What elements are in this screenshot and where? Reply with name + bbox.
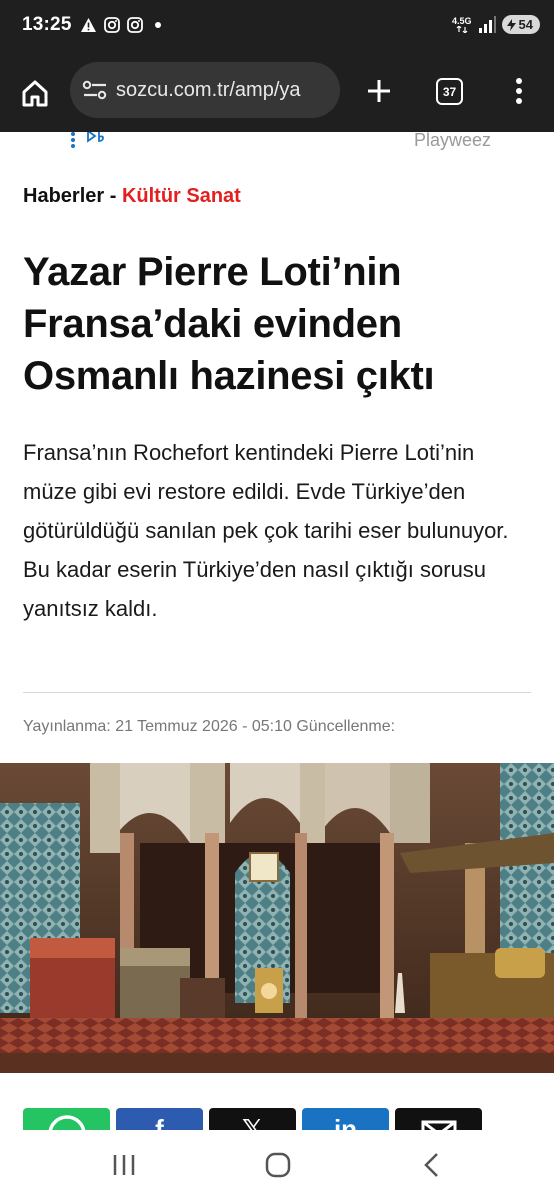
url-text[interactable]: sozcu.com.tr/amp/ya: [116, 79, 301, 102]
notification-icons: [80, 16, 166, 33]
facebook-share-button[interactable]: f: [116, 1108, 203, 1130]
tab-count: 37: [442, 84, 457, 99]
more-vert-icon: [516, 78, 522, 104]
ad-options-icon[interactable]: [70, 132, 76, 148]
network-label: 4.5G: [452, 15, 472, 26]
linkedin-share-button[interactable]: in: [302, 1108, 389, 1130]
battery-level: 54: [518, 17, 533, 32]
x-icon: 𝕏: [242, 1114, 263, 1130]
article-photo[interactable]: [0, 763, 554, 1073]
article-headline: Yazar Pierre Loti’nin Fransa’daki evinde…: [23, 250, 435, 398]
home-nav-icon: [265, 1152, 291, 1178]
instagram-icon: [103, 16, 120, 33]
system-icons: 4.5G 54: [452, 15, 540, 34]
new-tab-button[interactable]: [360, 72, 398, 110]
email-icon: [421, 1120, 456, 1130]
instagram-icon: [126, 16, 143, 33]
divider: [23, 692, 531, 693]
ad-brand-label: Playweez: [414, 132, 492, 150]
adchoices-icon[interactable]: [86, 132, 106, 144]
whatsapp-share-button[interactable]: [23, 1108, 110, 1130]
breadcrumb-home-link[interactable]: Haberler: [23, 185, 104, 207]
address-bar[interactable]: sozcu.com.tr/amp/ya: [70, 62, 340, 118]
breadcrumb-separator: -: [104, 185, 122, 207]
network-indicator: 4.5G: [452, 15, 472, 33]
alert-icon: [80, 16, 97, 33]
system-nav-bar: [0, 1130, 554, 1200]
status-time: 13:25: [22, 14, 72, 35]
plus-icon: [368, 80, 390, 102]
status-bar: 13:25 4.5G 54: [0, 0, 554, 54]
share-bar: f 𝕏 in: [23, 1108, 531, 1130]
back-button[interactable]: [412, 1148, 452, 1182]
x-share-button[interactable]: 𝕏: [209, 1108, 296, 1130]
signal-icon: [478, 15, 496, 33]
dot-icon: [149, 16, 166, 33]
publish-meta: Yayınlanma: 21 Temmuz 2026 - 05:10 Günce…: [23, 718, 396, 735]
battery-indicator: 54: [501, 15, 540, 34]
breadcrumb: Haberler - Kültür Sanat: [23, 185, 241, 208]
home-button[interactable]: [16, 74, 54, 112]
home-icon: [22, 80, 48, 107]
more-menu-button[interactable]: [504, 72, 534, 110]
charging-bolt-icon: [506, 18, 516, 31]
facebook-icon: f: [155, 1114, 164, 1130]
home-nav-button[interactable]: [258, 1148, 298, 1182]
data-arrows-icon: [456, 25, 468, 33]
tab-switcher-button[interactable]: 37: [436, 78, 463, 105]
recents-icon: [113, 1155, 135, 1175]
linkedin-icon: in: [333, 1114, 358, 1130]
email-share-button[interactable]: [395, 1108, 482, 1130]
breadcrumb-category-link[interactable]: Kültür Sanat: [122, 185, 241, 207]
site-settings-icon[interactable]: [82, 79, 108, 101]
recents-button[interactable]: [104, 1148, 144, 1182]
back-icon: [424, 1153, 438, 1177]
article-summary: Fransa’nın Rochefort kentindeki Pierre L…: [23, 440, 509, 621]
whatsapp-icon: [48, 1115, 85, 1130]
ad-banner[interactable]: Playweez: [0, 132, 554, 154]
ottoman-room-illustration: [0, 763, 554, 1073]
browser-toolbar: sozcu.com.tr/amp/ya 37: [0, 54, 554, 132]
